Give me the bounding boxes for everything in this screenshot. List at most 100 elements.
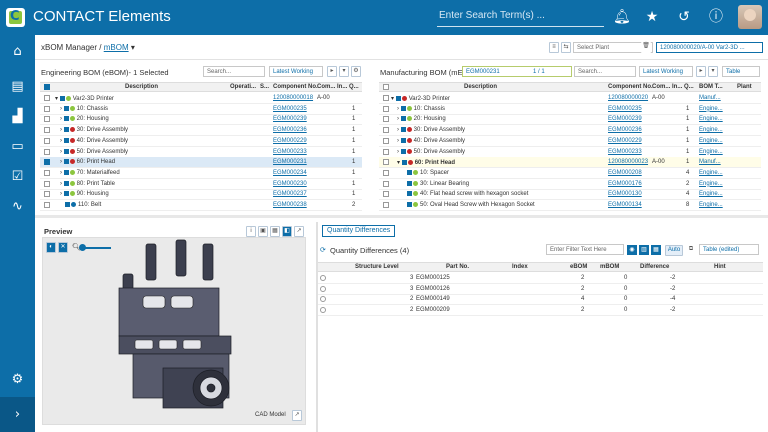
mbom-component-link[interactable]: 120080000020	[608, 95, 648, 101]
mbom-row[interactable]: ▾ Var2-3D Printer 120080000020 A-00 Manuf..…	[379, 93, 761, 104]
ebom-component-link[interactable]: EGM000229	[273, 138, 307, 144]
ebom-row[interactable]: › 70: Materialfeed EGM000234 1	[40, 168, 362, 179]
ebom-col-s[interactable]: S...	[260, 84, 269, 90]
mbom-component-link[interactable]: EGM000236	[608, 127, 642, 133]
row-checkbox[interactable]	[383, 180, 389, 187]
quantity-row[interactable]: 2 EGM000149 4 0 -4	[318, 294, 763, 306]
mbom-row[interactable]: › 30: Drive Assembly EGM000236 1 Engine...	[379, 125, 761, 137]
mbom-component-link[interactable]: EGM000235	[608, 106, 642, 112]
bell-icon[interactable]: 🔔︎	[613, 9, 631, 25]
mbom-bom-type-link[interactable]: Engine...	[699, 106, 723, 112]
ebom-component-link[interactable]: 120080000018	[273, 95, 313, 101]
stairs-icon[interactable]: ▟	[0, 103, 35, 131]
mbom-bom-type-link[interactable]: Engine...	[699, 138, 723, 144]
board-icon[interactable]: ▭	[0, 133, 35, 161]
quantity-row[interactable]: 3 EGM000126 2 0 -2	[318, 284, 763, 295]
qd-col-ebom[interactable]: eBOM	[570, 264, 587, 270]
cad-view-icon[interactable]: ◧	[282, 226, 292, 237]
mbom-next-button[interactable]: ▸	[696, 66, 706, 77]
mbom-bom-type-link[interactable]: Manuf...	[699, 95, 721, 101]
ebom-row[interactable]: › 60: Print Head EGM000231 1	[40, 157, 362, 169]
row-radio[interactable]	[320, 296, 326, 303]
mbom-select-all-checkbox[interactable]	[383, 84, 389, 90]
refresh-icon[interactable]: ⟳	[320, 246, 326, 254]
contact-logo[interactable]	[6, 8, 25, 27]
qd-col-hint[interactable]: Hint	[714, 264, 726, 270]
settings-gear-icon[interactable]: ⚙	[0, 366, 35, 394]
mbom-component-link[interactable]: EGM000130	[608, 191, 642, 197]
mbom-row[interactable]: 10: Spacer EGM000208 4 Engine...	[379, 168, 761, 179]
ebom-row[interactable]: › 30: Drive Assembly EGM000236 1	[40, 125, 362, 137]
qd-col-structure-level[interactable]: Structure Level	[355, 264, 399, 270]
mbom-table-select[interactable]: Table	[722, 66, 760, 77]
quantity-table-select[interactable]: Table (edited)	[699, 244, 759, 255]
qd-col-index[interactable]: Index	[512, 264, 528, 270]
ebom-col-com[interactable]: Com...	[317, 84, 335, 90]
ebom-select-all-checkbox[interactable]	[44, 84, 50, 90]
ebom-search-input[interactable]: Search...	[203, 66, 265, 77]
chart-icon[interactable]: ▥	[639, 245, 649, 255]
row-checkbox[interactable]	[44, 148, 50, 155]
trash-icon[interactable]: 🗑︎	[641, 42, 651, 53]
row-checkbox[interactable]	[383, 148, 389, 155]
mbom-row[interactable]: 30: Linear Bearing EGM000176 2 Engine...	[379, 179, 761, 190]
row-checkbox[interactable]	[383, 159, 389, 166]
mbom-col-component[interactable]: Component No.	[608, 84, 653, 90]
mbom-row[interactable]: › 40: Drive Assembly EGM000229 1 Engine...	[379, 136, 761, 147]
chevron-down-icon[interactable]: ▾	[131, 43, 135, 52]
mbom-bom-type-link[interactable]: Engine...	[699, 202, 723, 208]
row-checkbox[interactable]	[383, 116, 389, 123]
qd-col-mbom[interactable]: mBOM	[600, 264, 619, 270]
mbom-search-input[interactable]: Search...	[574, 66, 636, 77]
ebom-row[interactable]: › 80: Print Table EGM000230 1	[40, 179, 362, 190]
mbom-col-qty[interactable]: Q...	[684, 84, 694, 90]
row-checkbox[interactable]	[383, 169, 389, 176]
row-radio[interactable]	[320, 285, 326, 292]
tab-quantity-differences[interactable]: Quantity Differences	[322, 225, 396, 237]
row-checkbox[interactable]	[383, 95, 389, 101]
mbom-row[interactable]: 50: Oval Head Screw with Hexagon Socket E…	[379, 200, 761, 211]
row-checkbox[interactable]	[383, 127, 389, 134]
task-check-icon[interactable]: ☑	[0, 163, 35, 191]
mbom-bom-type-link[interactable]: Engine...	[699, 181, 723, 187]
mbom-component-link[interactable]: EGM000134	[608, 202, 642, 208]
ebom-row[interactable]: › 20: Housing EGM000239 1	[40, 114, 362, 126]
breadcrumb-root[interactable]: xBOM Manager	[41, 43, 97, 52]
row-checkbox[interactable]	[44, 159, 50, 166]
mbom-row[interactable]: › 50: Drive Assembly EGM000233 1 Engine...	[379, 147, 761, 158]
mbom-menu-button[interactable]: ▾	[708, 66, 718, 77]
cad-viewer[interactable]: ◐ ✕ 🔍︎ CAD Model ↗	[42, 237, 306, 425]
document-icon[interactable]: ▤	[0, 73, 35, 101]
mbom-filter-input[interactable]: EGM000231 1 / 1	[462, 66, 572, 77]
mbom-component-link[interactable]: EGM000239	[608, 116, 642, 122]
eye-icon[interactable]: ◉	[627, 245, 637, 255]
expand-sidebar-button[interactable]: ›	[0, 397, 35, 432]
quantity-row[interactable]: 3 EGM000125 2 0 -2	[318, 273, 763, 284]
list-view-button[interactable]: ≡	[549, 42, 559, 53]
quantity-row[interactable]: 2 EGM000209 2 0 -2	[318, 305, 763, 317]
mbom-component-link[interactable]: EGM000208	[608, 170, 642, 176]
mbom-row[interactable]: ▾ 60: Print Head 120080000023 A-00 1 Manuf..…	[379, 157, 761, 169]
mbom-bom-type-link[interactable]: Engine...	[699, 149, 723, 155]
global-search-input[interactable]: Enter Search Term(s) ...	[437, 7, 604, 27]
horizontal-splitter[interactable]	[35, 215, 768, 218]
row-checkbox[interactable]	[383, 202, 389, 208]
ebom-component-link[interactable]: EGM000233	[273, 149, 307, 155]
star-icon[interactable]: ★	[644, 9, 660, 25]
activity-icon[interactable]: ∿	[0, 193, 35, 221]
mbom-component-link[interactable]: EGM000229	[608, 138, 642, 144]
mbom-bom-type-link[interactable]: Engine...	[699, 116, 723, 122]
row-checkbox[interactable]	[44, 95, 50, 101]
ebom-row[interactable]: › 10: Chassis EGM000235 1	[40, 104, 362, 115]
mbom-col-index[interactable]: In...	[672, 84, 682, 90]
qd-col-part-no[interactable]: Part No.	[446, 264, 469, 270]
avatar[interactable]	[738, 5, 762, 29]
row-checkbox[interactable]	[383, 191, 389, 198]
row-checkbox[interactable]	[44, 169, 50, 176]
ebom-component-link[interactable]: EGM000230	[273, 181, 307, 187]
mbom-view-select[interactable]: Latest Working	[639, 66, 693, 77]
row-checkbox[interactable]	[44, 116, 50, 123]
mbom-component-link[interactable]: EGM000176	[608, 181, 642, 187]
quantity-filter-input[interactable]: Enter Filter Text Here	[546, 244, 624, 255]
ebom-row[interactable]: › 40: Drive Assembly EGM000229 1	[40, 136, 362, 147]
